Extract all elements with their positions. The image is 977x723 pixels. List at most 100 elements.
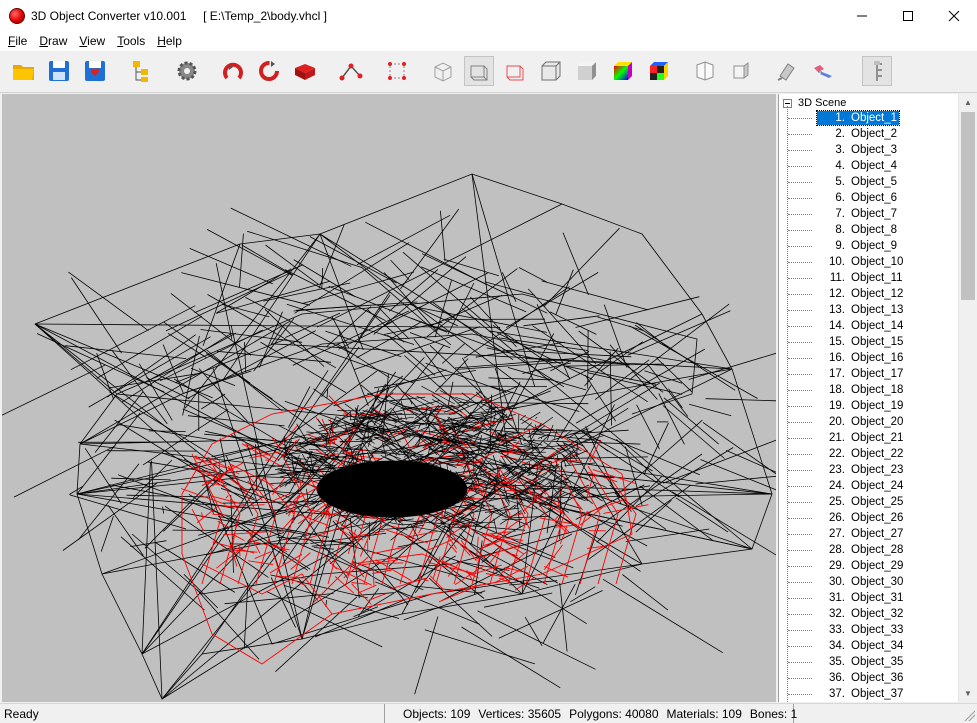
- tree-item[interactable]: 19. Object_19: [779, 398, 959, 414]
- tree-item[interactable]: 6. Object_6: [779, 190, 959, 206]
- tree-item[interactable]: 18. Object_18: [779, 382, 959, 398]
- tree-item[interactable]: 2. Object_2: [779, 126, 959, 142]
- tree-branch-line: [788, 630, 812, 631]
- tree-item-number: 35.: [829, 656, 845, 668]
- tree-item[interactable]: 9. Object_9: [779, 238, 959, 254]
- tree-item[interactable]: 17. Object_17: [779, 366, 959, 382]
- tree-item[interactable]: 7. Object_7: [779, 206, 959, 222]
- tree-scrollbar[interactable]: ▲ ▼: [958, 94, 977, 702]
- tree-item[interactable]: 4. Object_4: [779, 158, 959, 174]
- 3d-viewport[interactable]: [2, 94, 776, 702]
- tree-item[interactable]: 36. Object_36: [779, 670, 959, 686]
- stat-materials: Materials: 109: [666, 706, 742, 721]
- tree-branch-line: [788, 166, 812, 167]
- light-button[interactable]: [772, 56, 802, 86]
- tree-item[interactable]: 5. Object_5: [779, 174, 959, 190]
- box-front-button[interactable]: [690, 56, 720, 86]
- textured-box-button[interactable]: [644, 56, 674, 86]
- tree-item[interactable]: 37. Object_37: [779, 686, 959, 702]
- tree-item[interactable]: 8. Object_8: [779, 222, 959, 238]
- tree-item-number: 2.: [835, 128, 845, 140]
- tree-branch-line: [788, 246, 812, 247]
- wire-box-red-button[interactable]: [500, 56, 530, 86]
- menu-draw[interactable]: Draw: [35, 31, 71, 51]
- tree-item[interactable]: 33. Object_33: [779, 622, 959, 638]
- tree-item-name: Object_34: [851, 640, 904, 652]
- solid-box-button[interactable]: [536, 56, 566, 86]
- tree-item-label: 1. Object_1: [815, 110, 901, 126]
- tree-item[interactable]: 35. Object_35: [779, 654, 959, 670]
- tree-item[interactable]: 32. Object_32: [779, 606, 959, 622]
- tree-item[interactable]: 25. Object_25: [779, 494, 959, 510]
- rotate-x-button[interactable]: [218, 56, 248, 86]
- menu-file[interactable]: File: [4, 31, 31, 51]
- save-icon: [49, 61, 69, 81]
- tree-item-number: 29.: [829, 560, 845, 572]
- save-button[interactable]: [44, 56, 74, 86]
- camera-button[interactable]: [808, 56, 838, 86]
- size-grip[interactable]: [963, 709, 975, 721]
- tree-item[interactable]: 23. Object_23: [779, 462, 959, 478]
- tree-item-number: 25.: [829, 496, 845, 508]
- box-front-icon: [696, 61, 714, 81]
- shaded-box-button[interactable]: [572, 56, 602, 86]
- hierarchy-button[interactable]: [126, 56, 156, 86]
- wire-box-button[interactable]: [428, 56, 458, 86]
- tree-item[interactable]: 34. Object_34: [779, 638, 959, 654]
- solid-box-icon: [541, 61, 561, 81]
- scroll-down-button[interactable]: ▼: [959, 685, 977, 702]
- toolbar: [0, 51, 977, 93]
- tree-item[interactable]: 28. Object_28: [779, 542, 959, 558]
- tree-item[interactable]: 27. Object_27: [779, 526, 959, 542]
- tree-item[interactable]: 10. Object_10: [779, 254, 959, 270]
- rotate-y-button[interactable]: [254, 56, 284, 86]
- maximize-button[interactable]: [885, 0, 931, 31]
- tree-item[interactable]: 16. Object_16: [779, 350, 959, 366]
- move-button[interactable]: [290, 56, 320, 86]
- app-icon[interactable]: [9, 7, 25, 24]
- menu-view[interactable]: View: [75, 31, 109, 51]
- settings-button[interactable]: [172, 56, 202, 86]
- tree-item-number: 27.: [829, 528, 845, 540]
- status-text: Ready: [4, 707, 39, 721]
- tree-branch-line: [788, 470, 812, 471]
- scene-tree[interactable]: 3D Scene 1. Object_1 2. Object_2 3. Object_3 4…: [778, 94, 977, 702]
- tree-item[interactable]: 26. Object_26: [779, 510, 959, 526]
- tree-item[interactable]: 11. Object_11: [779, 270, 959, 286]
- tree-item[interactable]: 31. Object_31: [779, 590, 959, 606]
- tree-item[interactable]: 21. Object_21: [779, 430, 959, 446]
- tree-item[interactable]: 22. Object_22: [779, 446, 959, 462]
- bones-button[interactable]: [862, 56, 892, 86]
- tree-item[interactable]: 29. Object_29: [779, 558, 959, 574]
- tree-branch-line: [788, 390, 812, 391]
- tree-item[interactable]: 20. Object_20: [779, 414, 959, 430]
- vertices-button[interactable]: [336, 56, 366, 86]
- tree-item[interactable]: 13. Object_13: [779, 302, 959, 318]
- tree-item[interactable]: 15. Object_15: [779, 334, 959, 350]
- tree-item[interactable]: 3. Object_3: [779, 142, 959, 158]
- color-box-button[interactable]: [608, 56, 638, 86]
- tree-item-label: 6. Object_6: [817, 191, 899, 205]
- tree-branch-line: [788, 406, 812, 407]
- tree-root-3d-scene[interactable]: 3D Scene: [783, 96, 846, 110]
- menu-help[interactable]: Help: [153, 31, 186, 51]
- tree-item[interactable]: 1. Object_1: [779, 110, 959, 126]
- wire-box-gray-button[interactable]: [464, 56, 494, 86]
- tree-item[interactable]: 24. Object_24: [779, 478, 959, 494]
- box-side-button[interactable]: [726, 56, 756, 86]
- stat-polygons: Polygons: 40080: [569, 706, 659, 721]
- menu-tools[interactable]: Tools: [113, 31, 149, 51]
- tree-item-name: Object_8: [851, 224, 898, 236]
- open-button[interactable]: [9, 56, 39, 86]
- tree-item[interactable]: 14. Object_14: [779, 318, 959, 334]
- save-as-button[interactable]: [80, 56, 110, 86]
- close-button[interactable]: [931, 0, 977, 31]
- tree-item-label: 36. Object_36: [817, 671, 905, 685]
- tree-item[interactable]: 30. Object_30: [779, 574, 959, 590]
- tree-item[interactable]: 12. Object_12: [779, 286, 959, 302]
- scroll-up-button[interactable]: ▲: [959, 94, 977, 111]
- shaded-box-icon: [578, 62, 596, 80]
- minimize-button[interactable]: [839, 0, 885, 31]
- scroll-thumb[interactable]: [961, 112, 975, 300]
- bounding-points-button[interactable]: [382, 56, 412, 86]
